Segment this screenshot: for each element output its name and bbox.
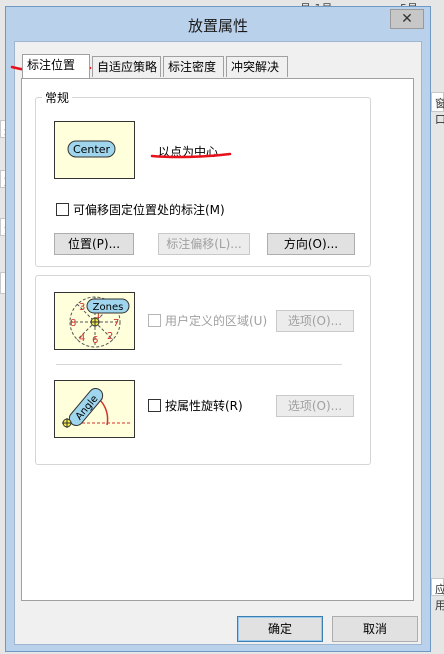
tab-label-density[interactable]: 标注密度 <box>163 56 224 77</box>
zones-checkbox-box[interactable] <box>148 314 161 327</box>
dialog-title: 放置属性 <box>187 17 248 35</box>
tab-label-position[interactable]: 标注位置 <box>22 54 90 78</box>
zones-preview-graphic: 3 5 8 1 7 4 6 2 Zones <box>69 296 130 348</box>
offset-fixed-position-checkbox[interactable]: 可偏移固定位置处的标注(M) <box>56 202 225 218</box>
center-preview-graphic: Center <box>67 140 116 158</box>
zone-number: 2 <box>107 331 113 342</box>
cancel-button[interactable]: 取消 <box>332 616 418 642</box>
placement-description: 以点为中心 <box>158 145 219 159</box>
rotation-options-button[interactable]: 选项(O)... <box>276 395 354 417</box>
close-button[interactable]: ✕ <box>390 9 424 29</box>
label-offset-button[interactable]: 标注偏移(L)... <box>158 233 250 255</box>
close-icon: ✕ <box>401 11 413 27</box>
background-text: 窗口 <box>431 92 444 126</box>
angle-preview: Angle <box>54 380 135 438</box>
rotate-checkbox-box[interactable] <box>148 399 161 412</box>
direction-button[interactable]: 方向(O)... <box>267 233 355 255</box>
zones-rotation-group: 3 5 8 1 7 4 6 2 Zones <box>35 275 371 465</box>
ok-button[interactable]: 确定 <box>237 616 323 642</box>
divider <box>56 364 342 365</box>
general-group-label: 常规 <box>42 89 73 106</box>
zone-number: 3 <box>79 302 85 313</box>
placement-properties-dialog: 放置属性 ✕ 标注位置 自适应策略 标注密度 冲突解决 常规 Center 以点… <box>5 6 431 652</box>
zones-preview: 3 5 8 1 7 4 6 2 Zones <box>54 292 135 350</box>
center-label-text: Center <box>73 143 111 156</box>
tab-conflict-resolution[interactable]: 冲突解决 <box>226 56 288 77</box>
center-placement-preview: Center <box>54 121 135 179</box>
zone-number: 7 <box>113 318 119 329</box>
user-defined-zones-checkbox[interactable]: 用户定义的区域(U) <box>148 313 267 329</box>
dialog-client-area: 标注位置 自适应策略 标注密度 冲突解决 常规 Center 以点为中心 可偏移… <box>14 41 422 645</box>
rotate-checkbox-label: 按属性旋转(R) <box>165 399 243 413</box>
zone-number: 4 <box>79 333 85 344</box>
zones-label-text: Zones <box>93 302 124 313</box>
zones-checkbox-label: 用户定义的区域(U) <box>165 314 268 328</box>
general-group: 常规 Center 以点为中心 可偏移固定位置处的标注(M) 位置(P)... … <box>35 89 371 267</box>
tab-adaptive-strategy[interactable]: 自适应策略 <box>92 56 161 77</box>
title-bar[interactable]: 放置属性 ✕ <box>6 7 430 41</box>
rotate-by-attribute-checkbox[interactable]: 按属性旋转(R) <box>148 398 243 414</box>
angle-preview-graphic: Angle <box>62 388 131 428</box>
zone-number: 6 <box>92 335 98 346</box>
position-button[interactable]: 位置(P)... <box>54 233 134 255</box>
tab-panel-label-position: 常规 Center 以点为中心 可偏移固定位置处的标注(M) 位置(P)... … <box>21 78 414 601</box>
offset-checkbox-label: 可偏移固定位置处的标注(M) <box>73 203 225 217</box>
zone-number: 8 <box>70 318 76 329</box>
background-text: 应用 <box>431 578 444 612</box>
offset-checkbox-box[interactable] <box>56 203 69 216</box>
zones-options-button[interactable]: 选项(O)... <box>276 310 354 332</box>
